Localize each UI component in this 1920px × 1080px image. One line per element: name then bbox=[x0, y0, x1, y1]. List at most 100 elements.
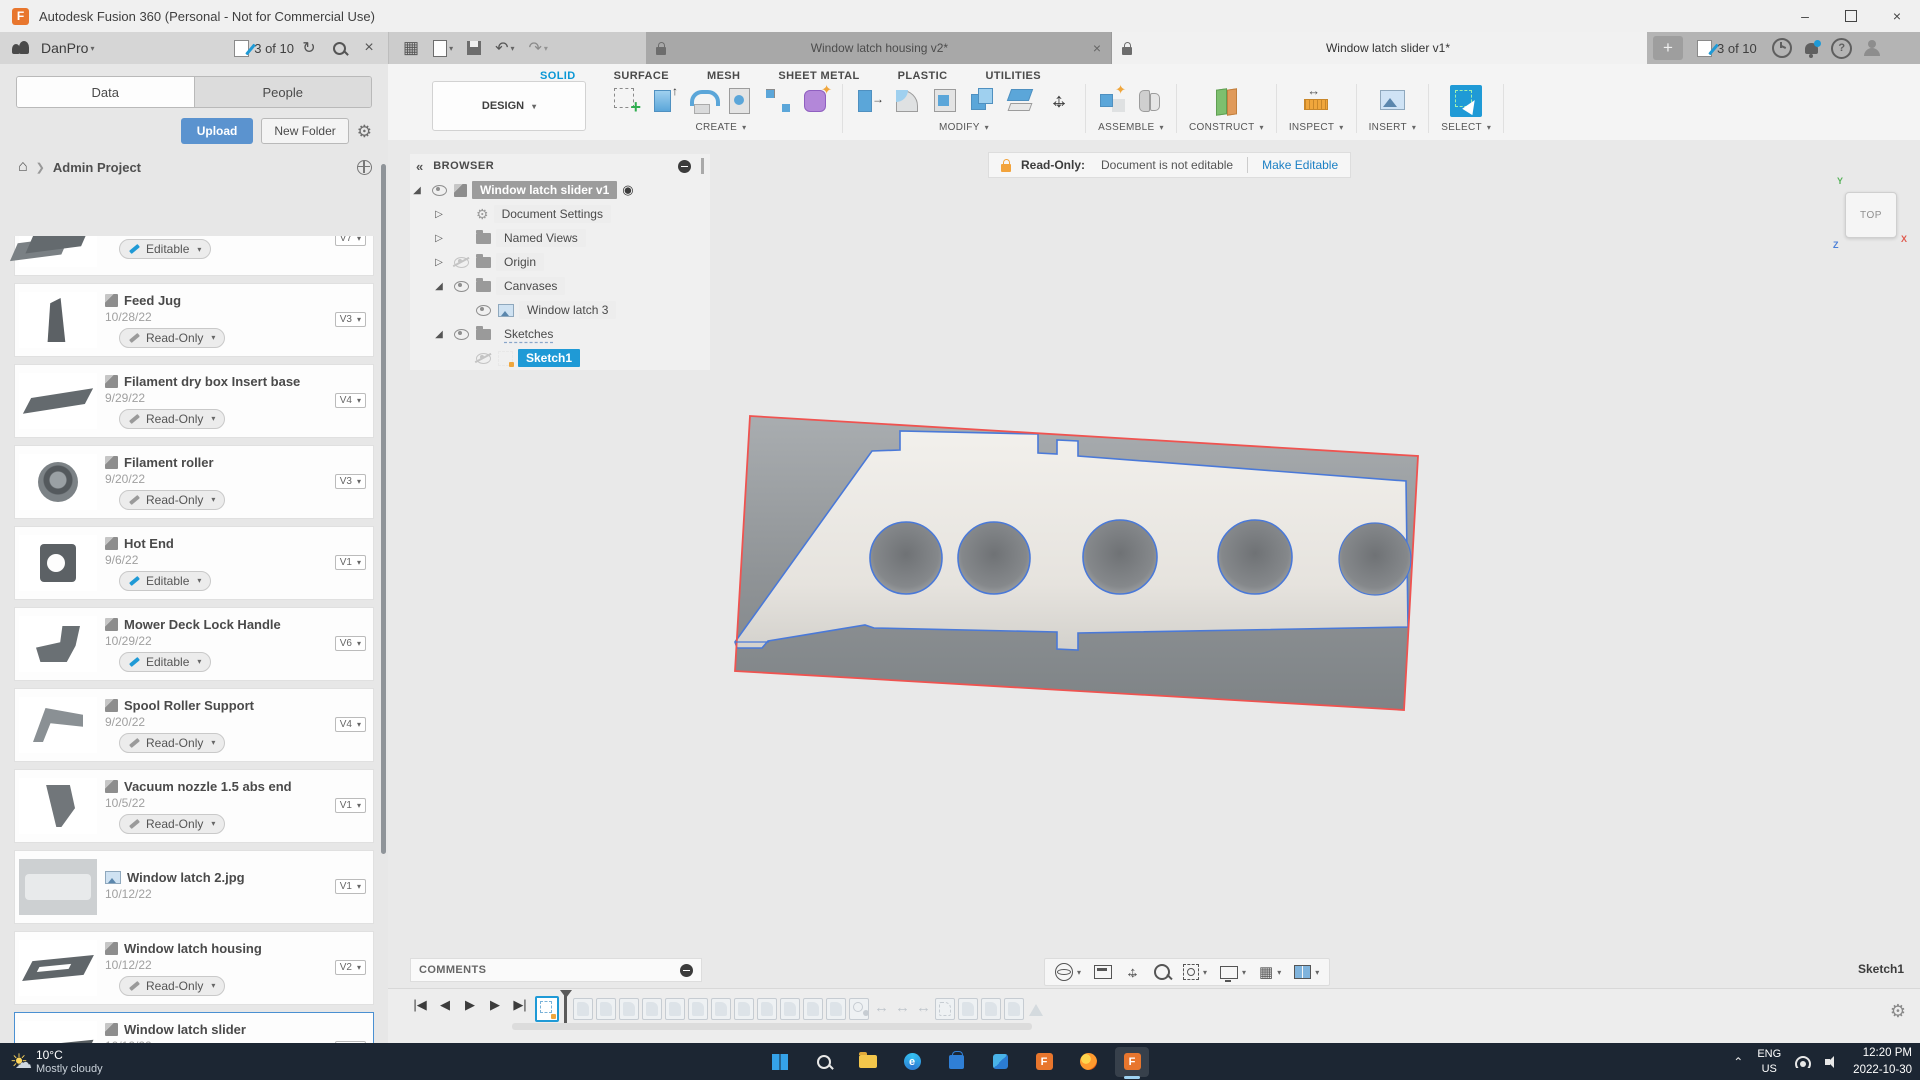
timeline-component-icon[interactable] bbox=[849, 998, 869, 1020]
redo-button[interactable]: ↷▾ bbox=[529, 38, 548, 58]
pattern-icon[interactable] bbox=[764, 86, 792, 116]
document-tab[interactable]: Window latch housing v2* × bbox=[646, 32, 1112, 64]
ribbon-group-label[interactable]: ASSEMBLE▾ bbox=[1098, 122, 1164, 133]
timeline-move-icon[interactable] bbox=[893, 999, 911, 1019]
project-item-card[interactable]: ▾10/1/22Editable▾V7▾ bbox=[14, 236, 374, 276]
taskbar-fusion-360-active-icon[interactable]: F bbox=[1115, 1047, 1149, 1077]
item-status-dropdown[interactable]: Read-Only▾ bbox=[119, 733, 225, 753]
ribbon-tab-sheet-metal[interactable]: SHEET METAL bbox=[776, 66, 861, 86]
save-button[interactable] bbox=[467, 41, 481, 55]
visibility-eye-icon[interactable] bbox=[429, 185, 449, 196]
create-sketch-icon[interactable] bbox=[612, 86, 640, 116]
item-version-dropdown[interactable]: V7▾ bbox=[335, 236, 366, 246]
ribbon-group-label[interactable]: INSERT▾ bbox=[1369, 122, 1417, 133]
help-button[interactable]: ? bbox=[1827, 32, 1857, 64]
item-status-dropdown[interactable]: Editable▾ bbox=[119, 652, 211, 672]
panel-settings-gear-icon[interactable]: ⚙ bbox=[357, 123, 372, 140]
close-button[interactable]: × bbox=[1874, 0, 1920, 32]
new-tab-button[interactable]: + bbox=[1653, 36, 1683, 60]
combine-icon[interactable] bbox=[969, 86, 997, 116]
browser-row-document-settings[interactable]: ▷⚙Document Settings bbox=[410, 202, 710, 226]
item-version-dropdown[interactable]: V4▾ bbox=[335, 717, 366, 732]
item-status-dropdown[interactable]: Editable▾ bbox=[119, 239, 211, 259]
refresh-button[interactable]: ↻ bbox=[294, 38, 324, 58]
display-settings-icon[interactable]: ▾ bbox=[1220, 966, 1246, 979]
orbit-icon[interactable]: ▾ bbox=[1055, 963, 1081, 981]
activate-target-icon[interactable]: ◉ bbox=[622, 182, 633, 198]
press-pull-icon[interactable] bbox=[855, 86, 883, 116]
shell-icon[interactable] bbox=[931, 86, 959, 116]
item-version-dropdown[interactable]: V6▾ bbox=[335, 636, 366, 651]
browser-row-window-latch-3[interactable]: Window latch 3 bbox=[410, 298, 710, 322]
form-icon[interactable] bbox=[802, 86, 830, 116]
file-menu-button[interactable]: ▾ bbox=[433, 40, 453, 57]
maximize-button[interactable] bbox=[1828, 0, 1874, 32]
tab-people[interactable]: People bbox=[194, 77, 372, 107]
item-name[interactable]: Window latch 2.jpg bbox=[127, 870, 245, 885]
hidden-icons-button[interactable]: ⌃ bbox=[1733, 1055, 1743, 1069]
document-tab-active[interactable]: Window latch slider v1* bbox=[1112, 32, 1647, 64]
timeline-feature-icon[interactable] bbox=[619, 998, 639, 1020]
timeline-feature-icon[interactable] bbox=[757, 998, 777, 1020]
comments-panel[interactable]: COMMENTS bbox=[410, 958, 702, 982]
timeline-feature-icon[interactable] bbox=[780, 998, 800, 1020]
extrude-icon[interactable] bbox=[650, 86, 678, 116]
search-button[interactable] bbox=[324, 42, 354, 55]
timeline-feature-icon[interactable] bbox=[688, 998, 708, 1020]
comments-visibility-icon[interactable] bbox=[680, 964, 693, 977]
project-item-card[interactable]: Filament dry box Insert base9/29/22Read-… bbox=[14, 364, 374, 438]
item-name[interactable]: Spool Roller Support bbox=[124, 698, 254, 713]
timeline-playhead[interactable] bbox=[564, 994, 568, 1024]
timeline-scrollbar[interactable] bbox=[512, 1023, 1032, 1030]
browser-row-window-latch-slider-v1[interactable]: ◢Window latch slider v1◉ bbox=[410, 178, 710, 202]
timeline-play-button[interactable]: ▶ bbox=[462, 997, 478, 1013]
ribbon-group-label[interactable]: CONSTRUCT▾ bbox=[1189, 122, 1264, 133]
tab-data[interactable]: Data bbox=[17, 77, 194, 107]
taskbar-store-icon[interactable] bbox=[939, 1047, 973, 1077]
taskbar-start-icon[interactable] bbox=[763, 1047, 797, 1077]
new-component-icon[interactable] bbox=[1098, 86, 1126, 116]
ribbon-group-label[interactable]: INSPECT▾ bbox=[1289, 122, 1344, 133]
project-share-icon[interactable] bbox=[357, 160, 372, 175]
item-status-dropdown[interactable]: Read-Only▾ bbox=[119, 976, 225, 996]
item-status-dropdown[interactable]: Read-Only▾ bbox=[119, 490, 225, 510]
browser-row-origin[interactable]: ▷Origin bbox=[410, 250, 710, 274]
project-item-card[interactable]: Window latch slider10/12/22Read-Only▾V1▾ bbox=[14, 1012, 374, 1043]
pan-icon[interactable] bbox=[1125, 964, 1141, 980]
project-item-card[interactable]: Mower Deck Lock Handle10/29/22Editable▾V… bbox=[14, 607, 374, 681]
taskbar-edge-icon[interactable]: e bbox=[895, 1047, 929, 1077]
item-name[interactable]: Filament dry box Insert base bbox=[124, 374, 300, 389]
visibility-eye-off-icon[interactable] bbox=[473, 353, 493, 364]
item-name[interactable]: Filament roller bbox=[124, 455, 214, 470]
weather-widget[interactable]: ☀☁ 10°C Mostly cloudy bbox=[10, 1048, 220, 1075]
collapse-browser-icon[interactable]: « bbox=[416, 159, 423, 174]
clock-widget[interactable]: 12:20 PM2022-10-30 bbox=[1853, 1045, 1912, 1077]
taskbar-photos-icon[interactable] bbox=[983, 1047, 1017, 1077]
timeline-feature-icon[interactable] bbox=[596, 998, 616, 1020]
visibility-eye-icon[interactable] bbox=[473, 305, 493, 316]
item-status-dropdown[interactable]: Read-Only▾ bbox=[119, 409, 225, 429]
item-name[interactable]: Feed Jug bbox=[124, 293, 181, 308]
view-cube[interactable]: Y TOP X Z bbox=[1837, 182, 1903, 246]
browser-visibility-icon[interactable] bbox=[678, 160, 691, 173]
language-indicator[interactable]: ENGUS bbox=[1757, 1047, 1781, 1076]
team-name[interactable]: DanPro bbox=[41, 40, 88, 56]
wifi-icon[interactable] bbox=[1795, 1056, 1811, 1068]
timeline-feature-icon[interactable] bbox=[642, 998, 662, 1020]
profile-button[interactable] bbox=[1857, 32, 1887, 64]
item-version-dropdown[interactable]: V4▾ bbox=[335, 393, 366, 408]
timeline-mirror-icon[interactable] bbox=[1027, 999, 1045, 1019]
expand-open-icon[interactable]: ◢ bbox=[432, 281, 446, 292]
close-tab-icon[interactable]: × bbox=[1093, 40, 1101, 56]
ribbon-group-label[interactable]: MODIFY▾ bbox=[939, 122, 989, 133]
item-name[interactable]: Hot End bbox=[124, 536, 174, 551]
visibility-eye-off-icon[interactable] bbox=[451, 257, 471, 268]
timeline-step-back-button[interactable]: ◀ bbox=[437, 997, 453, 1013]
expand-closed-icon[interactable]: ▷ bbox=[432, 257, 446, 268]
notifications-button[interactable] bbox=[1797, 32, 1827, 64]
project-item-card[interactable]: Filament roller9/20/22Read-Only▾V3▾ bbox=[14, 445, 374, 519]
project-item-card[interactable]: Vacuum nozzle 1.5 abs end10/5/22Read-Onl… bbox=[14, 769, 374, 843]
plane-icon[interactable] bbox=[1212, 86, 1240, 116]
expand-closed-icon[interactable]: ▷ bbox=[432, 233, 446, 244]
timeline-feature-icon[interactable] bbox=[734, 998, 754, 1020]
